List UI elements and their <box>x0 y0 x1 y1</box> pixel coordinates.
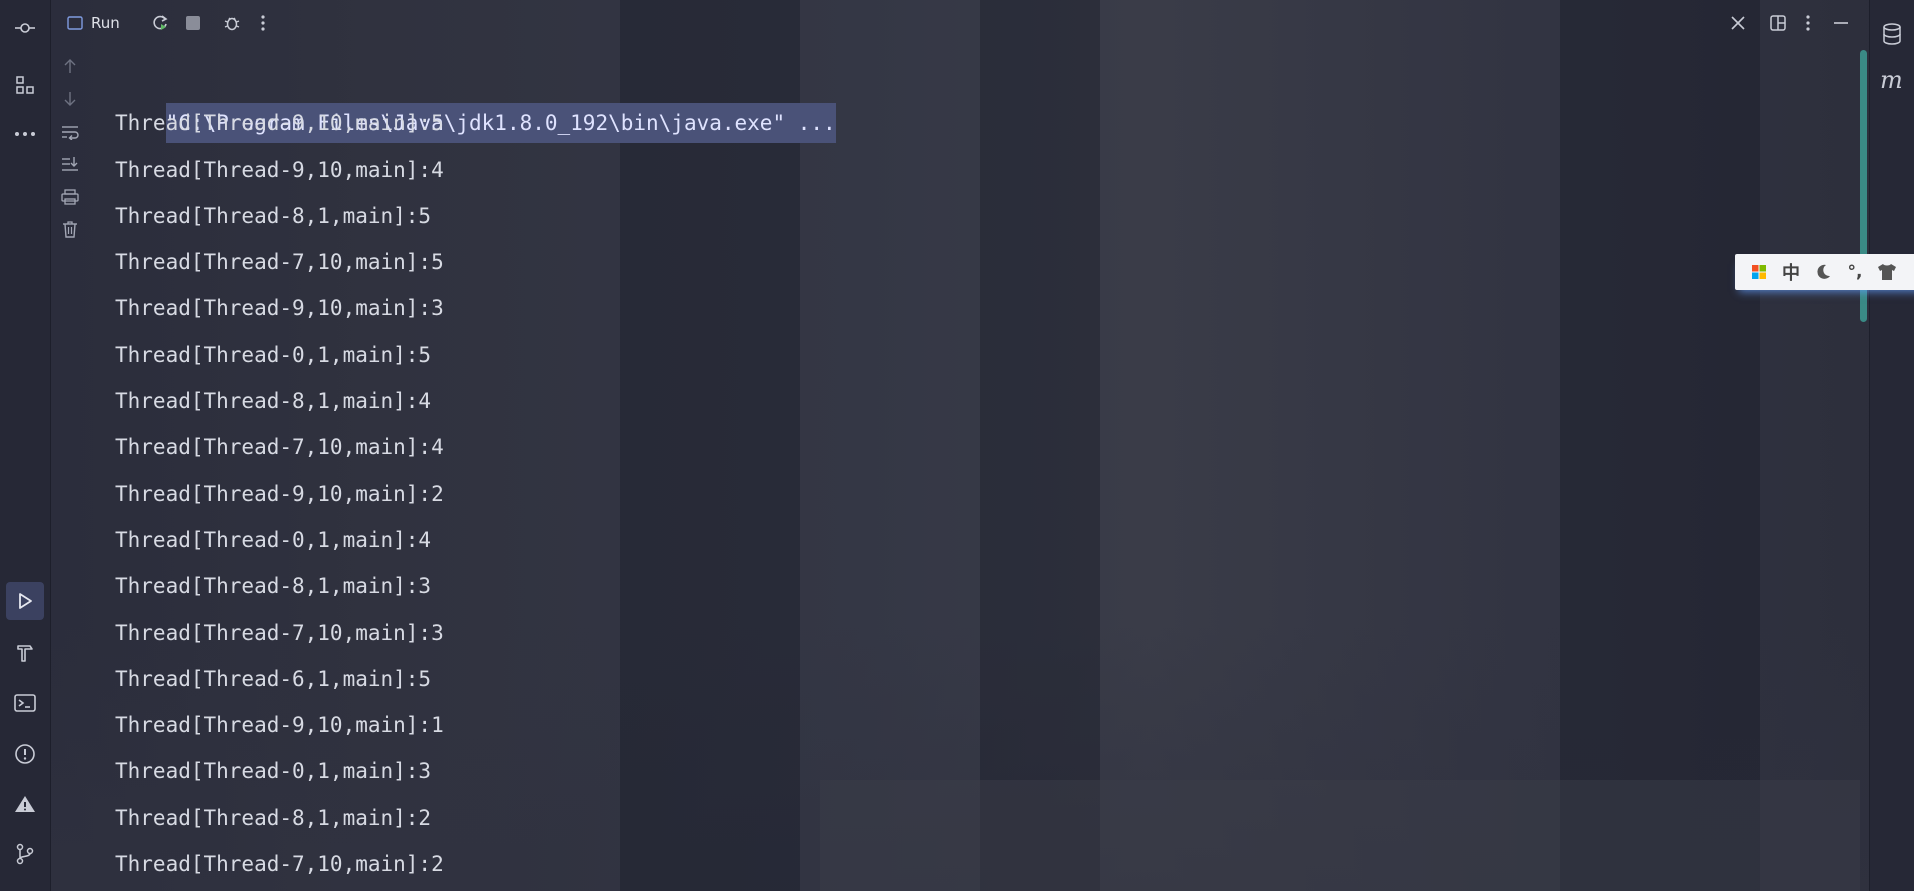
output-line: Thread[Thread-7,10,main]:3 <box>115 620 444 645</box>
console-window-icon <box>67 16 83 30</box>
more-options-button[interactable] <box>260 12 266 34</box>
trash-icon[interactable] <box>60 219 80 239</box>
database-icon[interactable] <box>1881 22 1903 50</box>
build-hammer-icon[interactable] <box>6 634 44 672</box>
windows-logo-icon[interactable] <box>1749 262 1769 282</box>
run-tab-label: Run <box>91 14 120 32</box>
stop-button[interactable] <box>185 12 201 34</box>
structure-icon[interactable] <box>6 66 44 104</box>
output-line: Thread[Thread-0,1,main]:5 <box>115 342 432 367</box>
command-line: "C:\Program Files\Java\jdk1.8.0_192\bin\… <box>115 54 1854 144</box>
output-line: Thread[Thread-7,10,main]:5 <box>115 250 444 275</box>
git-branch-icon[interactable] <box>6 835 44 873</box>
stop-icon <box>186 16 200 30</box>
scroll-to-end-icon[interactable] <box>60 154 80 174</box>
run-toolbar: Run <box>50 0 1868 46</box>
warning-icon[interactable] <box>6 785 44 823</box>
output-line: Thread[Thread-9,10,main]:4 <box>115 157 444 182</box>
problems-icon[interactable] <box>6 735 44 773</box>
moon-icon[interactable] <box>1813 262 1833 282</box>
output-line: Thread[Thread-9,10,main]:5 <box>115 111 444 136</box>
run-tool-icon[interactable] <box>6 582 44 620</box>
right-tool-rail: m <box>1869 0 1914 891</box>
rerun-button[interactable] <box>150 12 170 34</box>
commit-icon[interactable] <box>6 9 44 47</box>
close-button[interactable] <box>1730 12 1746 34</box>
left-tool-rail <box>0 0 51 891</box>
punctuation-toggle[interactable]: °, <box>1845 262 1865 282</box>
ime-toolbar[interactable]: 中 °, <box>1735 254 1914 290</box>
down-arrow-icon[interactable] <box>60 89 80 109</box>
terminal-icon[interactable] <box>6 684 44 722</box>
soft-wrap-icon[interactable] <box>60 122 80 142</box>
minimize-button[interactable] <box>1833 12 1849 34</box>
output-line: Thread[Thread-9,10,main]:2 <box>115 481 444 506</box>
window-options-button[interactable] <box>1805 12 1811 34</box>
layout-icon <box>1770 15 1786 31</box>
rerun-icon <box>153 15 168 30</box>
output-line: Thread[Thread-7,10,main]:4 <box>115 435 444 460</box>
chinese-mode-toggle[interactable]: 中 <box>1781 262 1801 284</box>
output-line: Thread[Thread-8,1,main]:4 <box>115 389 432 414</box>
output-line: Thread[Thread-8,1,main]:5 <box>115 203 432 228</box>
run-tab[interactable]: Run <box>67 12 120 34</box>
up-arrow-icon[interactable] <box>60 56 80 76</box>
output-line: Thread[Thread-6,1,main]:5 <box>115 666 432 691</box>
console-gutter <box>50 48 90 891</box>
output-line: Thread[Thread-0,1,main]:4 <box>115 527 432 552</box>
print-icon[interactable] <box>60 187 80 207</box>
output-line: Thread[Thread-8,1,main]:3 <box>115 574 432 599</box>
output-line: Thread[Thread-8,1,main]:2 <box>115 805 432 830</box>
bug-icon <box>224 17 240 31</box>
minimize-icon <box>1834 22 1848 24</box>
console-output[interactable]: "C:\Program Files\Java\jdk1.8.0_192\bin\… <box>115 54 1854 891</box>
more-tools-icon[interactable] <box>6 115 44 153</box>
output-line: Thread[Thread-0,1,main]:3 <box>115 759 432 784</box>
output-line: Thread[Thread-9,10,main]:1 <box>115 713 444 738</box>
output-line: Thread[Thread-7,10,main]:2 <box>115 852 444 877</box>
kebab-icon <box>1806 15 1810 31</box>
kebab-icon <box>261 15 265 31</box>
maven-icon[interactable]: m <box>1880 66 1903 94</box>
output-line: Thread[Thread-9,10,main]:3 <box>115 296 444 321</box>
debug-button[interactable] <box>222 12 242 34</box>
close-icon <box>1731 16 1745 30</box>
skin-shirt-icon[interactable] <box>1877 262 1897 282</box>
layout-button[interactable] <box>1769 12 1787 34</box>
